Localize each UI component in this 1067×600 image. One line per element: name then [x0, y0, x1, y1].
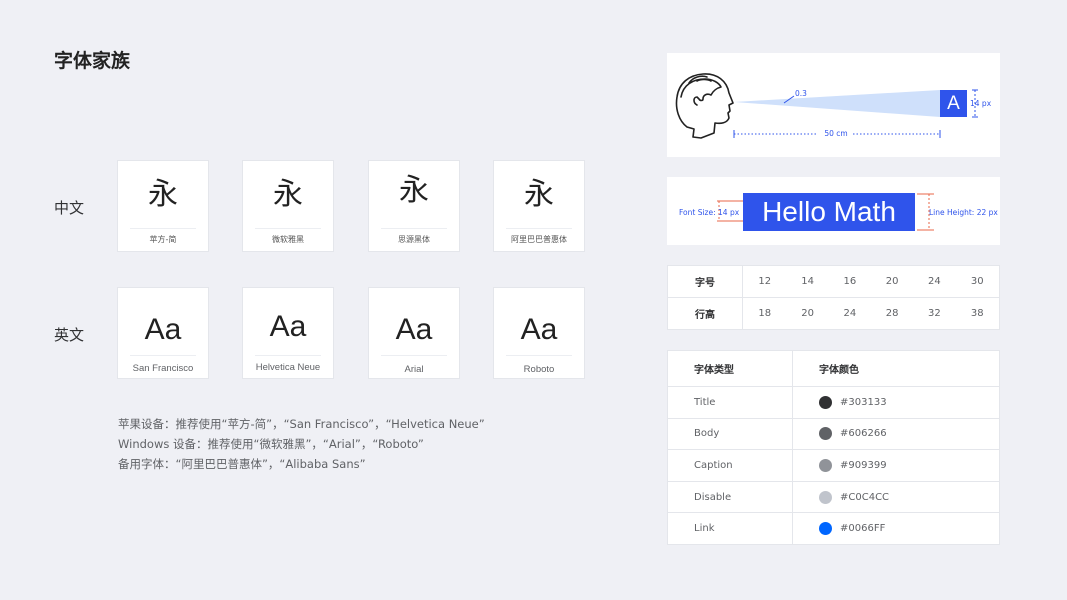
font-card-microsoft-yahei: 永 微软雅黑	[242, 160, 334, 252]
font-name: Roboto	[523, 364, 555, 375]
line-height-cell: 18	[742, 297, 787, 330]
line-height-row: 行高 18 20 24 28 32 38	[667, 297, 1000, 330]
card-divider	[381, 355, 447, 356]
card-divider	[506, 355, 572, 356]
size-cell: 12	[742, 265, 787, 298]
distance-label: 50 cm	[824, 129, 848, 138]
font-card-san-francisco: Aa San Francisco	[117, 287, 209, 379]
font-sample-glyph: Aa	[395, 313, 433, 346]
table-row: Body #606266	[667, 417, 1000, 451]
font-card-alibaba-puhuiti: 永 阿里巴巴普惠体	[493, 160, 585, 252]
font-type: Title	[667, 386, 793, 419]
font-card-helvetica-neue: Aa Helvetica Neue	[242, 287, 334, 379]
color-hex: #909399	[840, 460, 887, 472]
font-color-cell: #0066FF	[792, 512, 1000, 545]
color-swatch	[819, 490, 832, 504]
color-swatch	[819, 459, 832, 473]
color-hex: #606266	[840, 428, 887, 440]
font-sample-glyph: 永	[524, 177, 554, 212]
line-height-cell: 20	[786, 297, 829, 330]
font-card-arial: Aa Arial	[368, 287, 460, 379]
line-height-panel: Hello Math Font Size: 14 px Line Height:…	[667, 177, 1000, 245]
color-swatch	[819, 427, 832, 441]
font-name: 阿里巴巴普惠体	[511, 235, 567, 244]
font-sample-glyph: 永	[148, 177, 178, 212]
viewing-distance-panel: 0.3 A 14 px 50 cm	[667, 53, 1000, 157]
font-color-cell: #606266	[792, 417, 1000, 451]
font-sample-glyph: 永	[399, 173, 429, 208]
font-sample-glyph: 永	[273, 177, 303, 212]
size-cell: 14	[786, 265, 829, 298]
font-name: 思源黑体	[398, 235, 430, 244]
font-name: San Francisco	[132, 363, 194, 374]
font-name: Arial	[404, 364, 424, 375]
font-color-cell: #303133	[792, 386, 1000, 419]
sample-letter: A	[947, 93, 960, 114]
size-cell: 24	[913, 265, 956, 298]
size-row: 字号 12 14 16 20 24 30	[667, 265, 1000, 298]
font-color-cell: #C0C4CC	[792, 480, 1000, 514]
chinese-row-label: 中文	[54, 199, 85, 217]
color-hex: #303133	[840, 396, 887, 408]
note-apple-devices: 苹果设备：推荐使用“苹方-简”，“San Francisco”，“Helveti…	[118, 417, 485, 431]
font-card-roboto: Aa Roboto	[493, 287, 585, 379]
color-hex: #C0C4CC	[840, 491, 890, 503]
note-windows-devices: Windows 设备：推荐使用“微软雅黑”，“Arial”，“Roboto”	[118, 437, 424, 451]
color-swatch	[819, 522, 832, 536]
font-card-pingfang: 永 苹方-简	[117, 160, 209, 252]
font-size-label: Font Size: 14 px	[679, 208, 740, 217]
head-icon	[675, 73, 734, 139]
font-color-table: 字体类型 字体颜色 Title #303133 Body #606266 Cap…	[667, 349, 1000, 545]
size-cell: 16	[828, 265, 871, 298]
font-sample-glyph: Aa	[144, 313, 182, 346]
line-height-label: Line Height: 22 px	[929, 208, 998, 217]
font-name: 微软雅黑	[272, 235, 304, 244]
english-row-label: 英文	[54, 326, 85, 344]
font-card-source-han-sans: 永 思源黑体	[368, 160, 460, 252]
font-size-table: 字号 12 14 16 20 24 30 行高 18 20 24 28 32 3…	[667, 265, 1000, 330]
table-row: Disable #C0C4CC	[667, 480, 1000, 514]
table-row: Caption #909399	[667, 449, 1000, 482]
card-divider	[381, 228, 447, 229]
font-sample-glyph: Aa	[269, 310, 307, 343]
page-title: 字体家族	[54, 50, 131, 72]
hello-math-text: Hello Math	[762, 196, 896, 227]
card-divider	[130, 355, 196, 356]
size-cell: 20	[870, 265, 914, 298]
sight-cone	[734, 90, 940, 117]
column-header-color: 字体颜色	[792, 349, 1000, 388]
color-hex: #0066FF	[840, 523, 886, 535]
size-cell: 30	[955, 265, 1000, 298]
font-type: Link	[667, 512, 793, 545]
font-color-cell: #909399	[792, 449, 1000, 482]
column-header-type: 字体类型	[667, 349, 793, 388]
font-sample-glyph: Aa	[520, 313, 558, 346]
card-divider	[506, 228, 572, 229]
letter-size-label: 14 px	[970, 99, 992, 108]
font-type: Disable	[667, 480, 793, 514]
line-height-cell: 32	[913, 297, 956, 330]
line-height-cell: 24	[828, 297, 871, 330]
table-row: Link #0066FF	[667, 512, 1000, 545]
table-header-row: 字体类型 字体颜色	[667, 349, 1000, 388]
font-name: Helvetica Neue	[255, 362, 321, 373]
line-height-cell: 28	[870, 297, 914, 330]
font-type: Caption	[667, 449, 793, 482]
color-swatch	[819, 395, 832, 409]
card-divider	[130, 228, 196, 229]
card-divider	[255, 228, 321, 229]
font-name: 苹方-简	[149, 235, 177, 244]
note-fallback-fonts: 备用字体：“阿里巴巴普惠体”，“Alibaba Sans”	[118, 457, 366, 471]
line-height-cell: 38	[955, 297, 1000, 330]
angle-value: 0.3	[795, 89, 807, 98]
font-type: Body	[667, 417, 793, 451]
card-divider	[255, 355, 321, 356]
size-row-header: 字号	[667, 265, 743, 298]
line-height-row-header: 行高	[667, 297, 743, 330]
table-row: Title #303133	[667, 386, 1000, 419]
